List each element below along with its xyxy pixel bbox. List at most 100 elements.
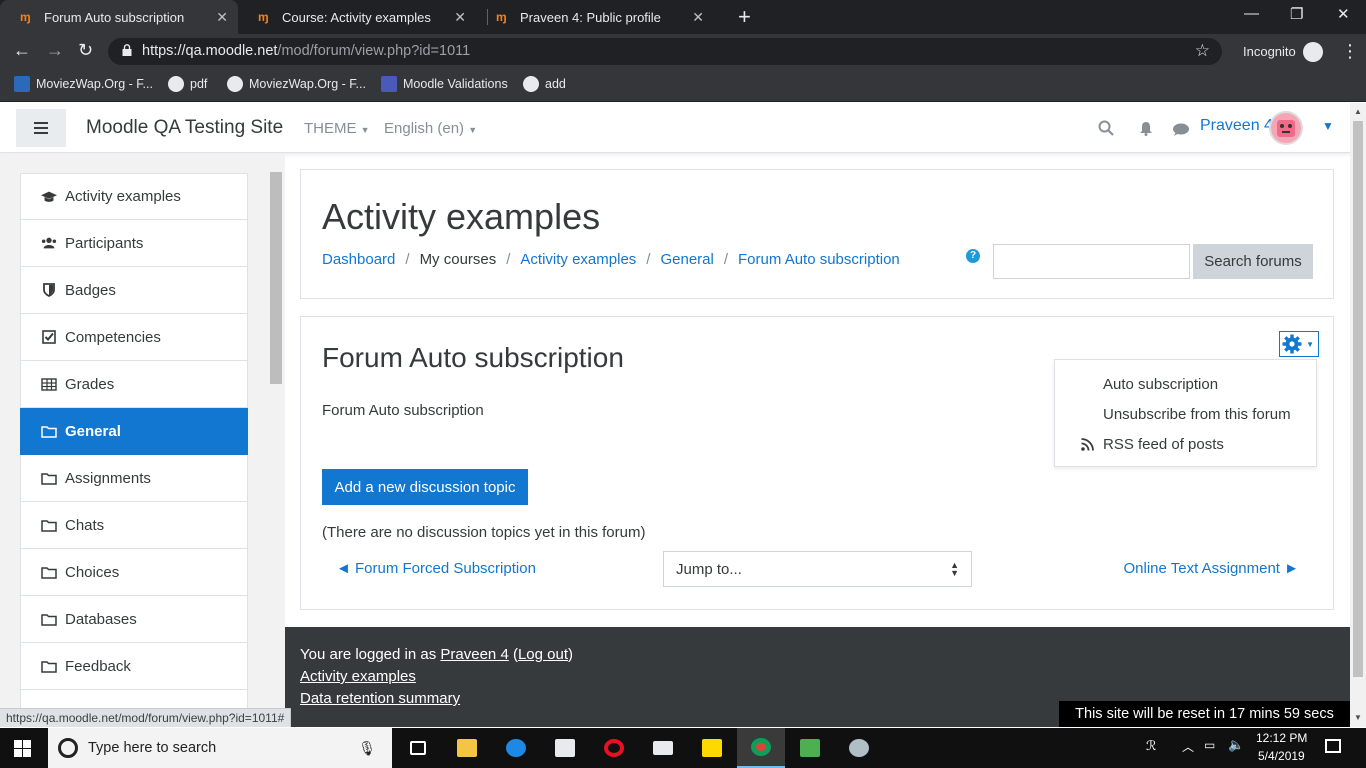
user-menu-caret-icon[interactable]: ▼ xyxy=(1322,119,1334,133)
drawer-item-feedback[interactable]: Feedback xyxy=(20,643,248,690)
users-icon xyxy=(41,236,57,250)
search-icon[interactable] xyxy=(1098,120,1114,136)
hamburger-icon xyxy=(34,122,48,134)
reload-icon[interactable]: ↻ xyxy=(78,40,93,61)
people-icon[interactable]: ℛ xyxy=(1146,738,1156,754)
scroll-up-arrow-icon[interactable]: ▲ xyxy=(1354,107,1362,116)
drawer-item-general[interactable]: General xyxy=(20,408,248,455)
actions-menu-button[interactable]: ▼ xyxy=(1279,331,1319,357)
task-view-icon[interactable] xyxy=(394,728,442,768)
bookmark-pdf[interactable]: pdf xyxy=(168,76,207,92)
site-name[interactable]: Moodle QA Testing Site xyxy=(86,117,283,139)
messages-icon[interactable] xyxy=(1173,123,1189,136)
microphone-icon[interactable]: 🎙 xyxy=(358,740,376,757)
breadcrumb-forum-auto-subscription[interactable]: Forum Auto subscription xyxy=(738,251,900,268)
close-tab-icon[interactable]: ✕ xyxy=(216,9,228,26)
drawer-item-chats[interactable]: Chats xyxy=(20,502,248,549)
notification-bell-icon[interactable] xyxy=(1139,121,1153,136)
taskbar-search-box[interactable]: Type here to search 🎙 xyxy=(48,728,392,768)
tab-forum-auto-subscription[interactable]: ɱ Forum Auto subscription ✕ xyxy=(0,0,238,34)
logout-link[interactable]: Log out xyxy=(518,646,568,663)
previous-activity-link[interactable]: ◄ Forum Forced Subscription xyxy=(336,560,536,577)
restore-icon[interactable]: ❐ xyxy=(1290,5,1303,23)
help-icon[interactable]: ? xyxy=(966,249,980,263)
omnibox[interactable]: https://qa.moodle.net/mod/forum/view.php… xyxy=(108,38,1222,65)
user-menu-name[interactable]: Praveen 4 xyxy=(1200,117,1273,135)
jump-to-select[interactable]: Jump to... ▲ ▼ xyxy=(663,551,972,587)
bookmark-moviezwap[interactable]: MoviezWap.Org - F... xyxy=(14,76,153,92)
data-retention-link[interactable]: Data retention summary xyxy=(300,690,460,707)
breadcrumb-separator: / xyxy=(405,251,410,268)
volume-icon[interactable]: 🔈 xyxy=(1228,737,1244,753)
breadcrumb-dashboard[interactable]: Dashboard xyxy=(322,251,395,268)
action-center-icon[interactable] xyxy=(1325,739,1341,753)
menu-item-unsubscribe[interactable]: Unsubscribe from this forum xyxy=(1103,406,1291,423)
tab-title: Course: Activity examples xyxy=(282,9,431,25)
language-dropdown[interactable]: English (en) ▼ xyxy=(384,120,477,137)
breadcrumb-general[interactable]: General xyxy=(660,251,713,268)
search-forums-button[interactable]: Search forums xyxy=(1193,244,1313,279)
battery-icon[interactable]: ▭ xyxy=(1204,738,1215,752)
edge-icon[interactable] xyxy=(492,728,540,768)
moodle-icon xyxy=(381,76,397,92)
select-arrows-icon: ▲ ▼ xyxy=(950,560,959,578)
tray-chevron-up-icon[interactable]: ︿ xyxy=(1182,738,1194,755)
drawer-item-assignments[interactable]: Assignments xyxy=(20,455,248,502)
bookmarks-bar: MoviezWap.Org - F... pdf MoviezWap.Org -… xyxy=(0,68,1366,102)
close-tab-icon[interactable]: ✕ xyxy=(692,9,704,26)
footer-course-link[interactable]: Activity examples xyxy=(300,668,416,685)
cortana-icon xyxy=(58,738,78,758)
chrome-icon[interactable] xyxy=(737,728,785,768)
menu-item-rss-feed[interactable]: RSS feed of posts xyxy=(1103,436,1224,453)
drawer-item-label: Chats xyxy=(65,516,105,534)
clock-time[interactable]: 12:12 PM xyxy=(1256,731,1307,745)
minimize-icon[interactable]: — xyxy=(1244,5,1259,22)
back-icon[interactable]: ← xyxy=(13,40,31,61)
drawer-item-label: Participants xyxy=(65,234,144,252)
paint-icon[interactable] xyxy=(835,728,883,768)
close-tab-icon[interactable]: ✕ xyxy=(454,9,466,26)
page-scrollbar[interactable]: ▲ ▼ xyxy=(1350,103,1366,727)
drawer-item-choices[interactable]: Choices xyxy=(20,549,248,596)
page-scrollbar-thumb[interactable] xyxy=(1353,121,1363,677)
store-icon[interactable] xyxy=(541,728,589,768)
new-tab-icon[interactable]: + xyxy=(738,4,751,30)
scroll-down-arrow-icon[interactable]: ▼ xyxy=(1354,713,1362,722)
bookmark-moviezwap-2[interactable]: MoviezWap.Org - F... xyxy=(227,76,366,92)
windows-start-icon[interactable] xyxy=(14,740,31,757)
clock-date[interactable]: 5/4/2019 xyxy=(1258,749,1305,763)
drawer-scrollbar-thumb[interactable] xyxy=(270,172,282,384)
sticky-notes-icon[interactable] xyxy=(688,728,736,768)
tab-public-profile[interactable]: ɱ Praveen 4: Public profile ✕ xyxy=(476,0,714,34)
incognito-icon[interactable] xyxy=(1303,42,1323,62)
drawer-item-grades[interactable]: Grades xyxy=(20,361,248,408)
sheets-app-icon[interactable] xyxy=(786,728,834,768)
forward-icon[interactable]: → xyxy=(46,40,64,61)
drawer-item-participants[interactable]: Participants xyxy=(20,220,248,267)
next-activity-link[interactable]: Online Text Assignment ► xyxy=(1124,560,1300,577)
tab-course-activity-examples[interactable]: ɱ Course: Activity examples ✕ xyxy=(238,0,476,34)
drawer-item-badges[interactable]: Badges xyxy=(20,267,248,314)
bookmark-add[interactable]: add xyxy=(523,76,566,92)
menu-item-auto-subscription[interactable]: Auto subscription xyxy=(1103,376,1218,393)
file-explorer-icon[interactable] xyxy=(443,728,491,768)
avatar[interactable] xyxy=(1269,111,1303,145)
drawer-item-competencies[interactable]: Competencies xyxy=(20,314,248,361)
bookmark-label: Moodle Validations xyxy=(403,77,508,91)
breadcrumb-activity-examples[interactable]: Activity examples xyxy=(520,251,636,268)
opera-icon[interactable] xyxy=(590,728,638,768)
window-close-icon[interactable]: ✕ xyxy=(1337,5,1350,23)
breadcrumb-my-courses: My courses xyxy=(419,251,497,268)
bookmark-moodle-validations[interactable]: Moodle Validations xyxy=(381,76,508,92)
bookmark-star-icon[interactable]: ☆ xyxy=(1195,41,1210,61)
footer-user-link[interactable]: Praveen 4 xyxy=(440,646,508,663)
drawer-item-databases[interactable]: Databases xyxy=(20,596,248,643)
search-forums-input[interactable] xyxy=(993,244,1190,279)
drawer-item-activity-examples[interactable]: Activity examples xyxy=(20,173,248,220)
mail-icon[interactable] xyxy=(639,728,687,768)
theme-dropdown[interactable]: THEME ▼ xyxy=(304,120,370,137)
windows-taskbar: Type here to search 🎙 ℛ ︿ ▭ 🔈 12:12 PM 5… xyxy=(0,728,1366,768)
add-discussion-topic-button[interactable]: Add a new discussion topic xyxy=(322,469,528,505)
browser-menu-icon[interactable]: ⋮ xyxy=(1341,41,1359,62)
drawer-toggle-button[interactable] xyxy=(16,109,66,147)
